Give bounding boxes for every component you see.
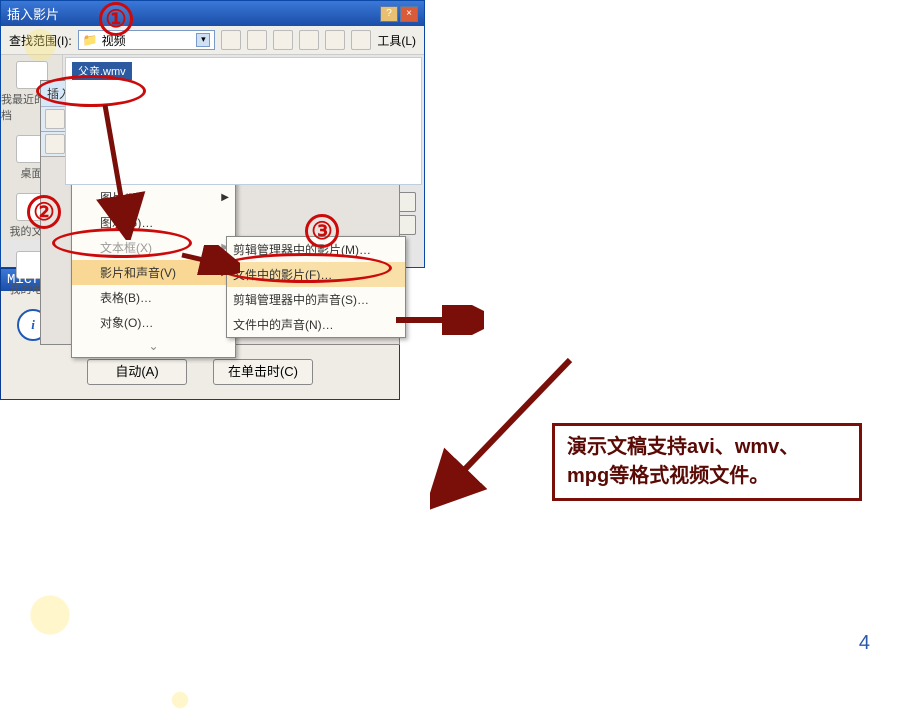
auto-button[interactable]: 自动(A) <box>87 359 187 385</box>
page-number: 4 <box>859 632 870 655</box>
mi-expand[interactable]: ⌄ <box>72 335 235 357</box>
close-button[interactable]: × <box>400 6 418 22</box>
delete-icon[interactable] <box>299 30 319 50</box>
onclick-button[interactable]: 在单击时(C) <box>213 359 313 385</box>
highlight-ring-3 <box>218 253 392 283</box>
chevron-right-icon: ▶ <box>221 192 229 203</box>
newfolder-icon[interactable] <box>325 30 345 50</box>
movies-sounds-submenu: 剪辑管理器中的影片(M)… 文件中的影片(F)… 剪辑管理器中的声音(S)… 文… <box>226 236 406 338</box>
format-info-box: 演示文稿支持avi、wmv、mpg等格式视频文件。 <box>552 423 862 501</box>
search-icon[interactable] <box>273 30 293 50</box>
mi-clip-sound[interactable]: 剪辑管理器中的声音(S)… <box>227 287 405 312</box>
info-suffix: 等格式视频文件。 <box>609 465 769 487</box>
badge-1: ① <box>99 2 133 36</box>
arrow-to-msgbox <box>430 350 590 510</box>
help-button[interactable]: ? <box>380 6 398 22</box>
mi-sound-from-file[interactable]: 文件中的声音(N)… <box>227 312 405 337</box>
up-icon[interactable] <box>247 30 267 50</box>
tools-menu[interactable]: 工具(L) <box>377 32 416 49</box>
fmt-avi: avi <box>687 436 715 458</box>
arrow-to-dialog <box>394 305 484 335</box>
badge-3: ③ <box>305 214 339 248</box>
mi-object[interactable]: 对象(O)… <box>72 310 235 335</box>
back-icon[interactable] <box>221 30 241 50</box>
fmt-wmv: wmv <box>735 436 779 458</box>
arrow-2-to-3 <box>180 245 240 275</box>
mi-table[interactable]: 表格(B)… <box>72 285 235 310</box>
toolbar-icon[interactable] <box>45 134 65 154</box>
badge-2: ② <box>27 195 61 229</box>
arrow-1-to-2 <box>80 100 150 240</box>
chevron-down-icon[interactable]: ▾ <box>196 33 210 47</box>
toolbar-icon[interactable] <box>45 109 65 129</box>
views-icon[interactable] <box>351 30 371 50</box>
